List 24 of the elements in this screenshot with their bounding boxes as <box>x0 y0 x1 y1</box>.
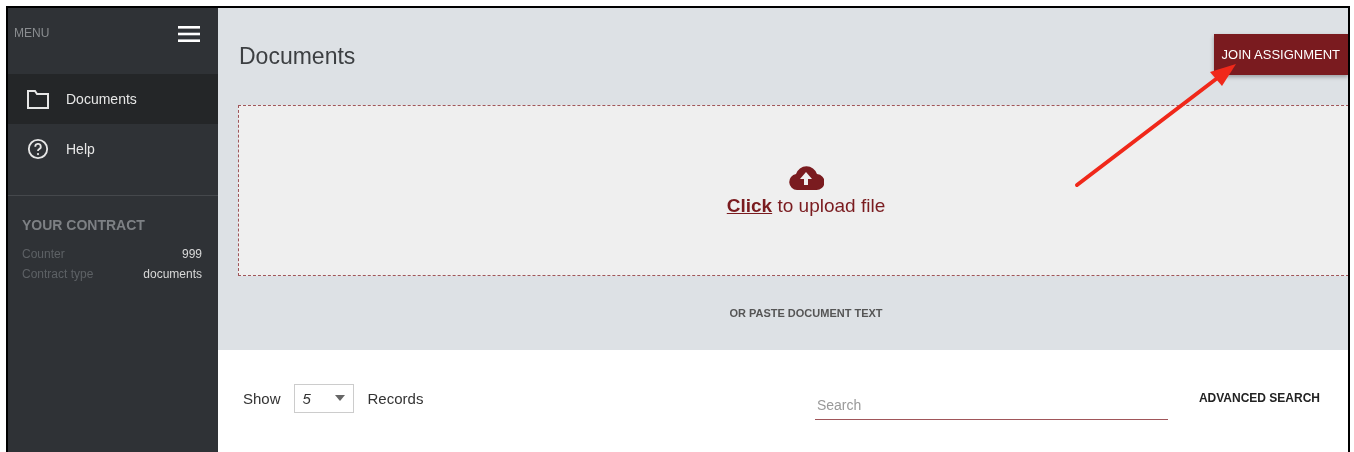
records-label: Records <box>367 389 424 407</box>
upload-link[interactable]: Click <box>726 194 773 216</box>
cloud-upload-icon <box>788 164 824 191</box>
sidebar-item[interactable]: Documents <box>8 74 218 124</box>
dropdown-caret-icon <box>334 395 345 401</box>
join-assignment-button[interactable]: JOIN ASSIGNMENT <box>1213 34 1348 75</box>
upload-dropzone[interactable]: Click to upload file <box>238 105 1348 276</box>
page-title: Documents <box>239 43 356 70</box>
search-field[interactable]: Search <box>814 390 1168 420</box>
contract-heading: YOUR CONTRACT <box>21 216 146 235</box>
sidebar-item[interactable]: Help <box>8 124 218 174</box>
help-icon <box>26 138 50 160</box>
sidebar-item-label: Documents <box>66 91 137 107</box>
show-label: Show <box>243 389 281 407</box>
menu-icon[interactable] <box>178 26 200 42</box>
menu-title: MENU <box>14 26 50 40</box>
upload-prompt: Click to upload file <box>726 194 886 217</box>
folder-icon <box>26 88 50 110</box>
field-value: documents <box>143 266 202 283</box>
paste-text-link[interactable]: OR PASTE DOCUMENT TEXT <box>729 307 883 319</box>
page-size-dropdown[interactable]: 5 <box>293 383 354 413</box>
advanced-search-button[interactable]: ADVANCED SEARCH <box>1198 391 1320 405</box>
field-value: 999 <box>181 246 202 263</box>
sidebar-item-label: Help <box>66 141 95 157</box>
